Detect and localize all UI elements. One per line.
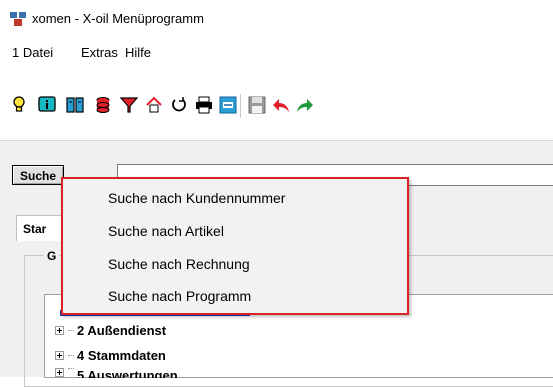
toolbar-separator	[240, 94, 242, 118]
menu-datei[interactable]: 1 Datei	[10, 43, 55, 63]
print-icon	[196, 96, 212, 114]
popup-item-kundennummer[interactable]: Suche nach Kundennummer	[108, 187, 285, 209]
save-button[interactable]	[246, 94, 268, 116]
search-popup-menu: Suche nach Kundennummer Suche nach Artik…	[61, 177, 409, 315]
save-icon	[248, 96, 266, 114]
expand-icon[interactable]	[55, 325, 64, 335]
tree-item-label: 4 Stammdaten	[77, 347, 166, 363]
info-icon	[38, 96, 56, 112]
tree-item[interactable]: 2 Außendienst	[55, 321, 166, 339]
tree-item[interactable]: 5 Auswertungen	[55, 368, 178, 378]
filter-icon	[120, 97, 138, 113]
app-icon	[10, 12, 26, 26]
database-icon	[96, 97, 110, 113]
tree-item[interactable]: 4 Stammdaten	[55, 346, 166, 364]
expand-icon[interactable]	[55, 350, 64, 360]
redo-button[interactable]	[294, 94, 316, 116]
home-button[interactable]	[143, 94, 165, 116]
tree-item-label: 5 Auswertungen	[77, 368, 178, 378]
home-icon	[146, 96, 162, 113]
print-button[interactable]	[193, 94, 215, 116]
tree-connector	[68, 368, 74, 369]
filter-button[interactable]	[118, 94, 140, 116]
title-bar: xomen - X-oil Menüprogramm	[0, 0, 553, 38]
undo-button[interactable]	[270, 94, 292, 116]
lightbulb-button[interactable]	[8, 94, 30, 116]
refresh-button[interactable]	[168, 94, 190, 116]
popup-item-programm[interactable]: Suche nach Programm	[108, 285, 251, 307]
toolbar	[0, 86, 553, 126]
search-button[interactable]: Suche	[12, 165, 64, 185]
tree-connector	[68, 354, 74, 356]
undo-icon	[273, 99, 289, 112]
popup-item-rechnung[interactable]: Suche nach Rechnung	[108, 253, 250, 275]
window-title: xomen - X-oil Menüprogramm	[32, 11, 204, 26]
info-button[interactable]	[36, 94, 58, 116]
resize-button[interactable]	[217, 94, 239, 116]
book-button[interactable]	[64, 94, 86, 116]
group-title: G	[44, 249, 60, 263]
lightbulb-icon	[13, 96, 25, 112]
tree-item-label: 2 Außendienst	[77, 322, 167, 338]
database-button[interactable]	[92, 94, 114, 116]
resize-icon	[219, 96, 237, 114]
tree-connector	[68, 329, 74, 331]
popup-item-artikel[interactable]: Suche nach Artikel	[108, 220, 224, 242]
menu-extras[interactable]: Extras	[79, 43, 120, 63]
menu-bar: 1 Datei Extras Hilfe	[0, 43, 553, 63]
book-icon	[66, 97, 84, 113]
menu-hilfe[interactable]: Hilfe	[123, 43, 153, 63]
refresh-icon	[172, 97, 186, 112]
redo-icon	[297, 99, 313, 112]
